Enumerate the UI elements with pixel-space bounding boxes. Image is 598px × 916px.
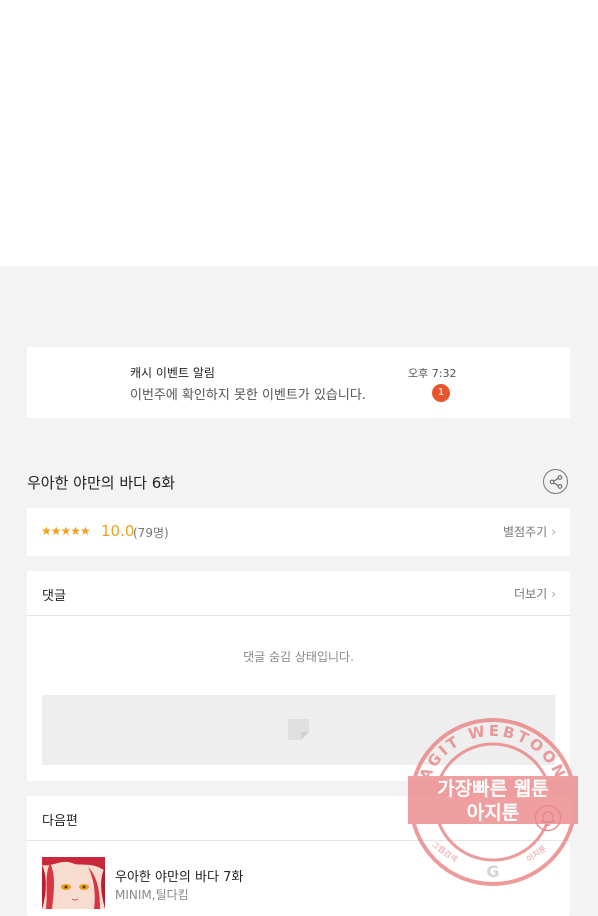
next-episode-header: 다음편 xyxy=(27,796,570,841)
notification-badge: 1 xyxy=(432,384,450,402)
rate-button-label: 별점주기 xyxy=(503,525,548,539)
notification-title: 캐시 이벤트 알림 xyxy=(130,366,215,380)
next-episode-title[interactable]: 우아한 야만의 바다 7화 xyxy=(115,866,243,885)
rating-bar: ★★★★★ 10.0 (79명) 별점주기 › xyxy=(27,508,570,556)
comments-more-button[interactable]: 더보기 › xyxy=(514,585,556,602)
comments-header: 댓글 더보기 › xyxy=(27,571,570,616)
chevron-right-icon: › xyxy=(551,587,556,601)
character-thumbnail-image xyxy=(42,857,105,909)
bell-icon xyxy=(534,804,562,832)
next-episode-label: 다음편 xyxy=(42,814,78,829)
content-image-area xyxy=(0,0,598,266)
episode-title: 우아한 야만의 바다 6화 xyxy=(27,474,176,492)
ad-banner-placeholder[interactable] xyxy=(42,695,555,765)
comments-label: 댓글 xyxy=(42,589,66,604)
share-button[interactable] xyxy=(543,469,568,494)
next-episode-thumbnail[interactable] xyxy=(42,857,105,909)
star-rating-icons: ★★★★★ xyxy=(41,524,91,538)
notification-time: 오후 7:32 xyxy=(408,367,457,380)
comments-section: 댓글 더보기 › 댓글 숨김 상태입니다. xyxy=(27,571,570,781)
next-episode-section: 다음편 우아한 야만의 바다 7화 MINIM,틸다킴 xyxy=(27,796,570,916)
rating-score: 10.0 xyxy=(101,522,135,540)
rating-count: (79명) xyxy=(133,526,169,540)
notification-bell-button[interactable] xyxy=(534,804,562,832)
notification-message: 이번주에 확인하지 못한 이벤트가 있습니다. xyxy=(130,388,366,403)
chevron-right-icon: › xyxy=(551,525,556,539)
comments-more-label: 더보기 xyxy=(514,587,548,601)
rate-button[interactable]: 별점주기 › xyxy=(503,523,556,540)
cash-event-notification[interactable]: 캐시 이벤트 알림 이번주에 확인하지 못한 이벤트가 있습니다. 오후 7:3… xyxy=(27,347,570,418)
image-placeholder-icon xyxy=(288,719,309,740)
share-icon xyxy=(549,474,562,489)
comments-hidden-message: 댓글 숨김 상태입니다. xyxy=(243,650,354,664)
next-episode-authors: MINIM,틸다킴 xyxy=(115,888,189,902)
